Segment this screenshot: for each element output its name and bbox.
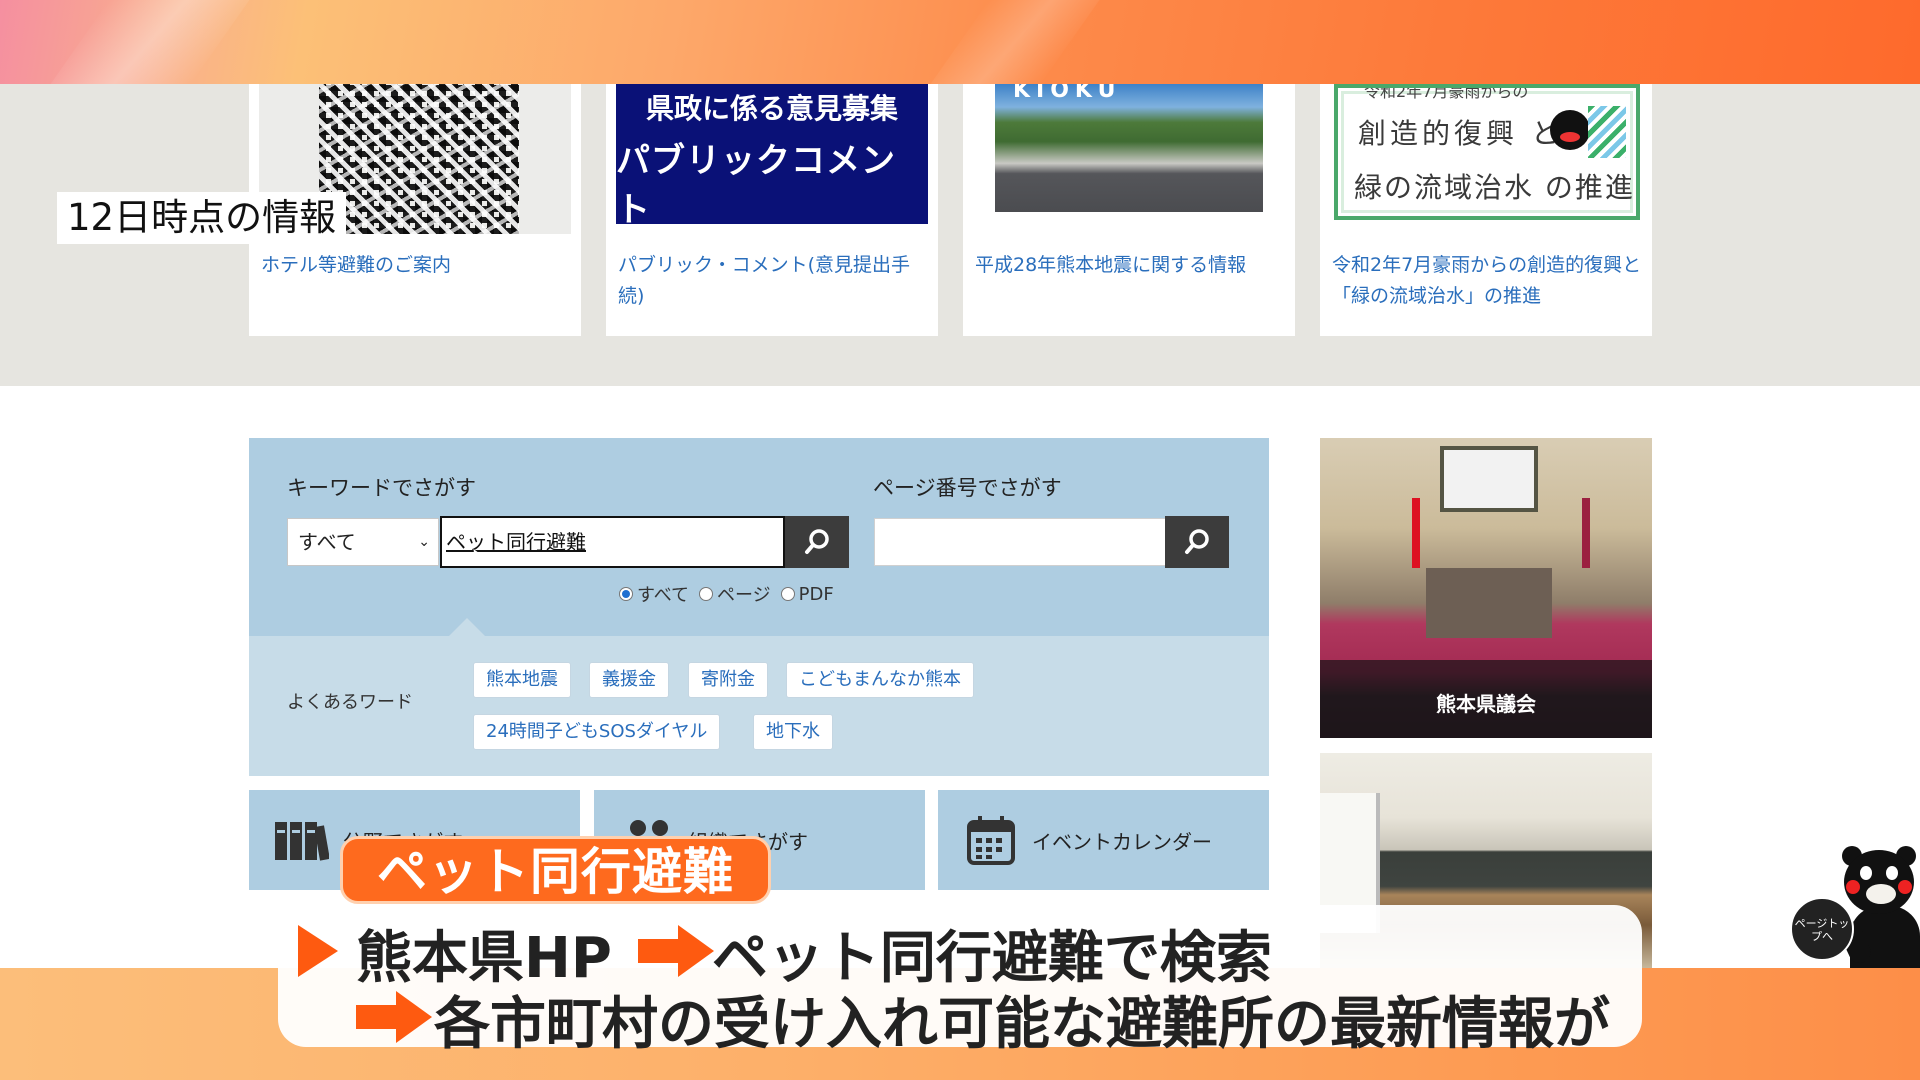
card-caption[interactable]: 平成28年熊本地震に関する情報 (975, 250, 1285, 281)
banner-line1: 創造的復興 と (1358, 117, 1563, 150)
radio-page[interactable]: ページ (699, 581, 771, 607)
tag-contribution[interactable]: 寄附金 (688, 662, 768, 698)
chevron-down-icon: ⌄ (418, 534, 430, 550)
radio-pdf[interactable]: PDF (780, 583, 834, 605)
quick-link-label: イベントカレンダー (1032, 830, 1212, 854)
assembly-caption: 熊本県議会 (1436, 692, 1536, 716)
radio-button[interactable] (780, 587, 795, 601)
caption-box: 熊本県HP ペット同行避難で検索 各市町村の受け入れ可能な避難所の最新情報が (278, 905, 1642, 1057)
faq-words-label: よくあるワード (287, 692, 413, 713)
kioku-text: KIOKU (1013, 84, 1122, 103)
page-search-button[interactable] (1165, 516, 1229, 568)
page-top-button[interactable]: ページトップへ (1790, 897, 1854, 961)
radio-button[interactable] (619, 587, 633, 601)
kumamon-mascot-icon (1835, 846, 1920, 968)
radio-button[interactable] (699, 587, 714, 601)
page-number-search-label: ページ番号でさがす (873, 476, 1062, 500)
page-number-input[interactable] (874, 518, 1166, 566)
card-reconstruction[interactable]: 令和2年7月豪雨からの 創造的復興 と 緑の流域治水 の推進 令和2年7月豪雨か… (1320, 84, 1652, 336)
flag-icon (1412, 498, 1420, 568)
tag-kumamoto-earthquake[interactable]: 熊本地震 (473, 662, 571, 698)
stripes-logo-icon (1588, 106, 1626, 158)
books-icon (275, 822, 329, 861)
banner-line1: 県政に係る意見募集 (645, 92, 898, 125)
kumamon-icon (1550, 110, 1590, 150)
card-caption[interactable]: 令和2年7月豪雨からの創造的復興と「緑の流域治水」の推進 (1332, 250, 1642, 312)
radio-label: すべて (637, 585, 690, 606)
tag-kodomo-mannaka[interactable]: こどもまんなか熊本 (786, 662, 974, 698)
card-caption[interactable]: パブリック・コメント(意見提出手続) (618, 250, 928, 312)
tag-donation[interactable]: 義援金 (589, 662, 669, 698)
banner-line2: 緑の流域治水 の推進 (1354, 171, 1635, 204)
panel-notch (449, 618, 485, 636)
keyword-search-input[interactable]: ペット同行避難 (440, 516, 785, 568)
caption-line2: 各市町村の受け入れ可能な避難所の最新情報が (434, 992, 1610, 1057)
tag-groundwater[interactable]: 地下水 (753, 714, 833, 750)
card-earthquake-info[interactable]: KIOKU 平成28年熊本地震に関する情報 (963, 84, 1295, 336)
radio-label: PDF (798, 583, 834, 605)
search-panel: キーワードでさがす ページ番号でさがす すべて ⌄ ペット同行避難 すべて ペー… (249, 438, 1269, 776)
quick-link-event-calendar[interactable]: イベントカレンダー (938, 790, 1269, 890)
search-scope-select[interactable]: すべて ⌄ (287, 518, 439, 566)
calendar-icon (967, 816, 1015, 865)
card-caption[interactable]: ホテル等避難のご案内 (261, 250, 571, 281)
keyword-search-label: キーワードでさがす (287, 476, 476, 500)
public-comment-banner: 県政に係る意見募集 パブリックコメント (616, 84, 928, 224)
topic-title-pill: ペット同行避難 (340, 836, 771, 904)
search-icon (1185, 529, 1209, 554)
search-icon (805, 529, 829, 554)
arrow-right-icon (356, 991, 432, 1043)
flag-icon (1582, 498, 1590, 568)
keyword-search-button[interactable] (785, 516, 849, 568)
scope-selected-value: すべて (298, 530, 356, 554)
prefectural-assembly-banner[interactable]: 熊本県議会 (1320, 438, 1652, 738)
reconstruction-banner: 令和2年7月豪雨からの 創造的復興 と 緑の流域治水 の推進 (1334, 84, 1640, 220)
radio-label: ページ (717, 585, 771, 606)
card-public-comment[interactable]: 県政に係る意見募集 パブリックコメント パブリック・コメント(意見提出手続) (606, 84, 938, 336)
radio-all[interactable]: すべて (619, 581, 689, 607)
search-type-radios: すべて ページ PDF (619, 581, 834, 607)
top-gradient-band (0, 0, 1920, 84)
banner-top-text: 令和2年7月豪雨からの (1364, 84, 1529, 101)
tag-sos-dial[interactable]: 24時間子どもSOSダイヤル (473, 714, 721, 750)
info-date-label: 12日時点の情報 (57, 192, 347, 244)
assembly-podium (1426, 568, 1552, 638)
assembly-screen (1440, 446, 1538, 512)
triangle-bullet-icon (298, 925, 338, 977)
banner-line2: パブリックコメント (616, 141, 896, 224)
kioku-landscape-photo: KIOKU (995, 84, 1263, 212)
